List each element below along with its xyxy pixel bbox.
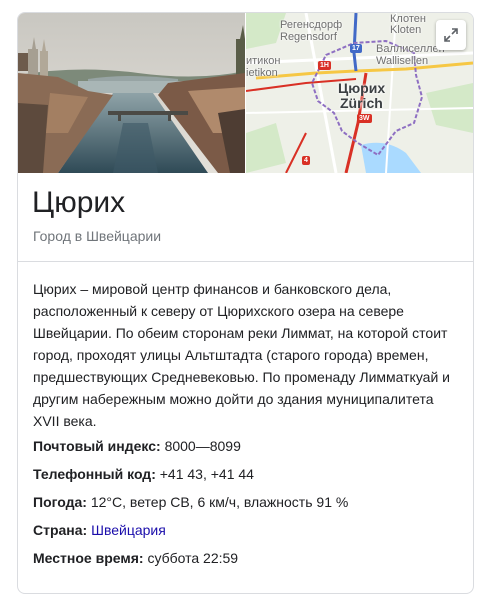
map-label-city: Zürich [340,95,383,111]
route-shield-17: 17 [350,44,362,53]
zurich-river-image [18,13,245,173]
fact-key[interactable]: Погода: [33,494,87,510]
fact-postal-code: Почтовый индекс: 8000—8099 [33,438,241,454]
fact-weather: Погода: 12°C, ветер СВ, 6 км/ч, влажност… [33,494,348,510]
map-label-kloten: Kloten [390,24,422,36]
route-shield-4: 4 [302,156,310,165]
map-label-dietikon: ietikon [246,67,278,79]
fact-key[interactable]: Местное время: [33,550,144,566]
fact-local-time: Местное время: суббота 22:59 [33,550,238,566]
country-link[interactable]: Швейцария [91,522,166,538]
entity-description: Цюрих – мировой центр финансов и банковс… [33,281,450,429]
fact-country: Страна: Швейцария [33,522,166,538]
fact-phone-code: Телефонный код: +41 43, +41 44 [33,466,254,482]
fact-value: 12°C, ветер СВ, 6 км/ч, влажность 91 % [90,494,349,510]
route-shield-1h: 1H [318,61,331,70]
map-label-regensdorf: Regensdorf [280,31,337,43]
fact-value: +41 43, +41 44 [159,466,254,482]
map-label-dietikon-ru: итикон [246,55,281,67]
fact-key[interactable]: Телефонный код: [33,466,156,482]
entity-subtitle: Город в Швейцарии [33,228,162,244]
city-map[interactable]: Регенсдорф Regensdorf Клотен Kloten Валл… [246,13,473,173]
route-shield-3w: 3W [357,114,372,123]
knowledge-panel: Регенсдорф Regensdorf Клотен Kloten Валл… [17,12,474,594]
fact-value: суббота 22:59 [147,550,239,566]
fact-value: 8000—8099 [164,438,241,454]
map-label-city-ru: Цюрих [338,80,386,96]
fact-key[interactable]: Почтовый индекс: [33,438,161,454]
expand-arrows-icon [444,28,458,42]
expand-map-button[interactable] [436,20,466,50]
map-label-wallisellen-ru: Валлиселлен [376,43,445,55]
city-photo[interactable] [18,13,245,173]
map-label-wallisellen: Wallisellen [376,55,429,67]
divider [18,261,473,262]
map-label-regensdorf-ru: Регенсдорф [280,19,343,31]
entity-title: Цюрих [32,186,126,219]
fact-key[interactable]: Страна: [33,522,87,538]
